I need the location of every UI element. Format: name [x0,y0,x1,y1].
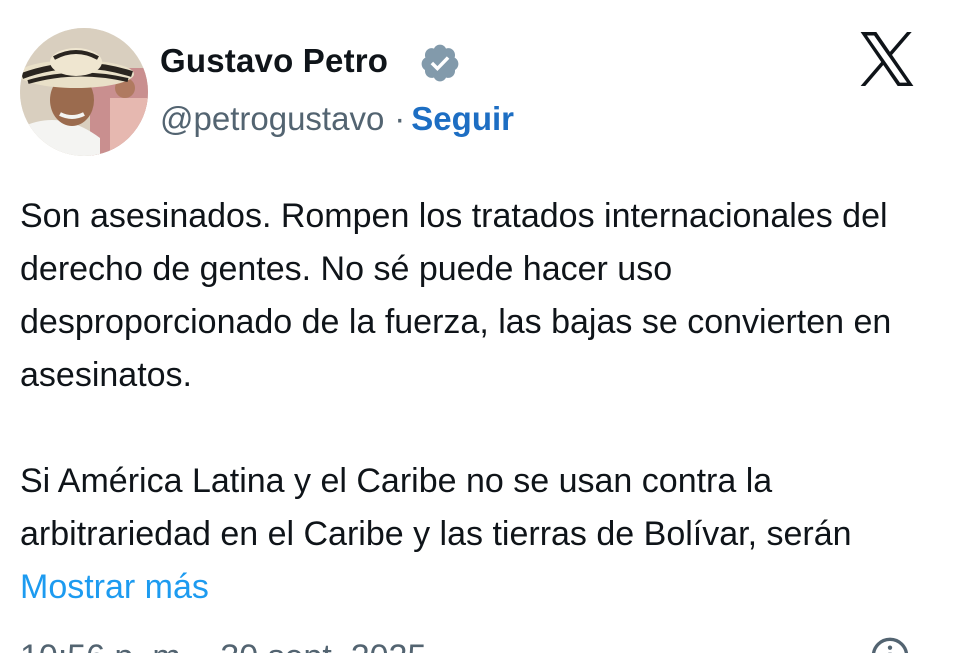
separator-dot: · [394,100,406,137]
author-handle[interactable]: @petrogustavo [160,100,384,137]
tweet-text: Son asesinados. Rompen los tratados inte… [20,190,930,614]
tweet-paragraph-1: Son asesinados. Rompen los tratados inte… [20,197,892,394]
tweet-card: Gustavo Petro @petrogustavo · Seguir Son a… [0,0,957,653]
x-logo-icon[interactable] [858,32,916,86]
tweet-paragraph-2-text: Si América Latina y el Caribe no se usan… [20,462,852,553]
verified-badge-icon [421,44,459,82]
info-icon[interactable] [870,636,910,653]
tweet-paragraph-2: Si América Latina y el Caribe no se usan… [20,455,930,614]
show-more-link[interactable]: Mostrar más [20,568,209,606]
profile-avatar[interactable] [20,28,148,156]
author-display-name[interactable]: Gustavo Petro [160,42,388,80]
avatar-image [20,28,148,156]
tweet-timestamp[interactable]: 10:56 p. m. · 30 sept. 2025 [20,638,426,653]
author-handle-row: @petrogustavo · Seguir [160,100,514,138]
follow-button[interactable]: Seguir [411,100,514,137]
